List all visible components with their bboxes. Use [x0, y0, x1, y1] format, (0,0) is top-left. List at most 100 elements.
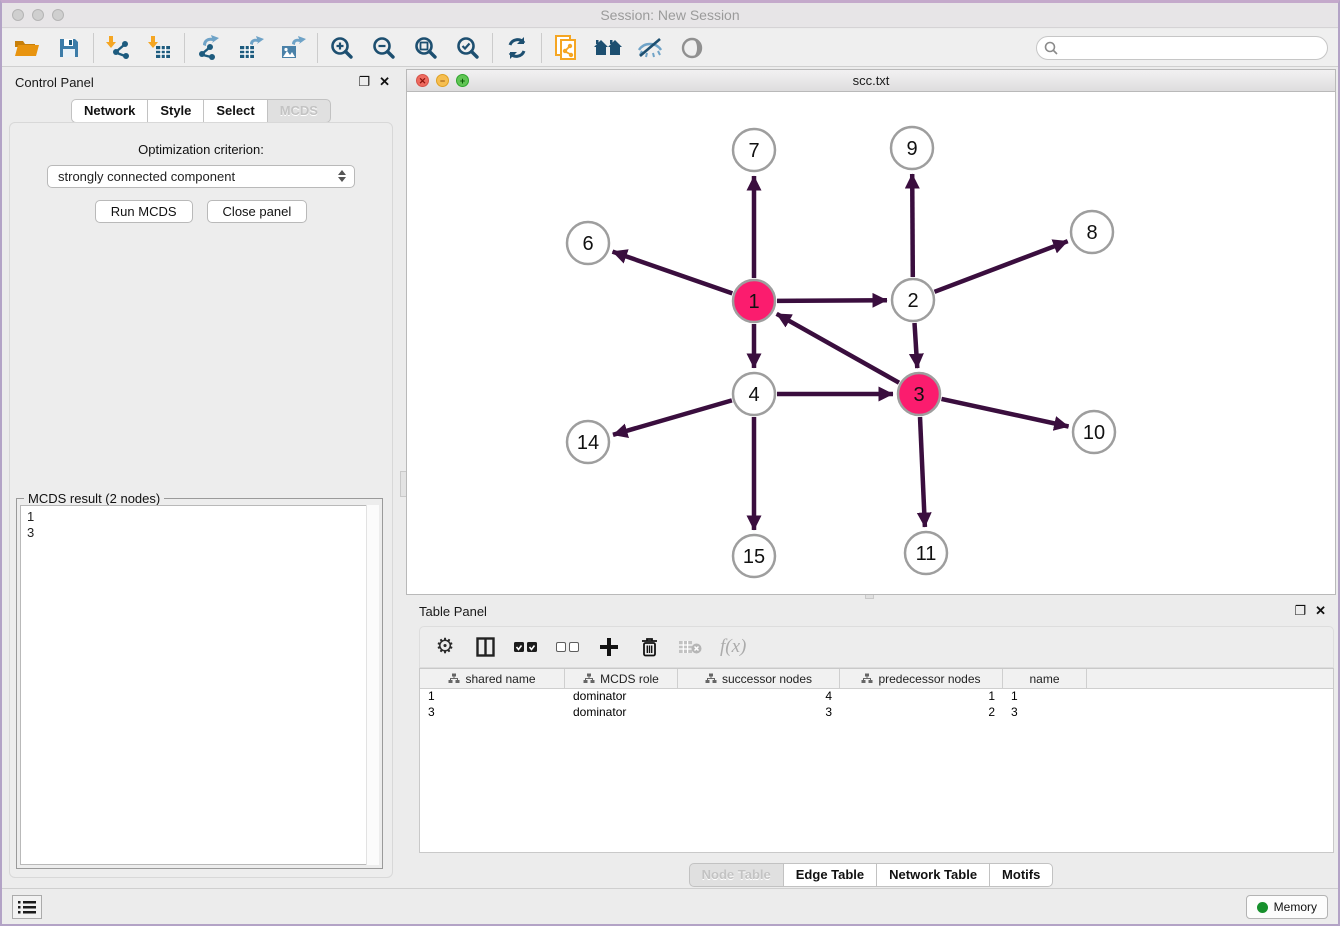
run-mcds-button[interactable]: Run MCDS — [95, 200, 193, 223]
graph-node-label: 7 — [748, 140, 759, 162]
tab-network-table[interactable]: Network Table — [876, 863, 989, 887]
table-cell[interactable]: dominator — [565, 689, 678, 705]
float-table-panel-icon[interactable]: ❐ — [1294, 603, 1306, 619]
search-input[interactable] — [1063, 41, 1327, 56]
graph-edge[interactable] — [912, 174, 913, 277]
toolbar-separator — [93, 33, 94, 63]
zoom-selected-icon[interactable] — [447, 31, 489, 65]
tab-node-table[interactable]: Node Table — [689, 863, 783, 887]
new-network-from-selection-icon[interactable] — [545, 31, 587, 65]
refresh-layout-icon[interactable] — [496, 31, 538, 65]
mcds-panel: Optimization criterion: strongly connect… — [9, 122, 393, 878]
memory-button[interactable]: Memory — [1246, 895, 1328, 919]
network-window-titlebar[interactable]: ✕ − + scc.txt — [407, 70, 1335, 92]
table-panel: Table Panel ❐ ✕ ⚙ f(x) shared nameMCDS r… — [406, 598, 1336, 891]
hide-selected-icon[interactable] — [629, 31, 671, 65]
column-selector-icon[interactable] — [474, 637, 496, 657]
graph-edge[interactable] — [777, 300, 887, 301]
table-cell[interactable]: 1 — [840, 689, 1003, 705]
tab-style[interactable]: Style — [147, 99, 203, 123]
column-header-3[interactable]: predecessor nodes — [840, 669, 1003, 688]
toolbar-separator — [541, 33, 542, 63]
close-panel-icon[interactable]: ✕ — [379, 74, 390, 90]
column-header-2[interactable]: successor nodes — [678, 669, 840, 688]
deselect-all-checkboxes-icon[interactable] — [556, 642, 580, 653]
table-cell[interactable]: 1 — [420, 689, 565, 705]
table-cell[interactable]: 3 — [420, 705, 565, 721]
graph-node-label: 3 — [913, 384, 924, 406]
mcds-result-text[interactable]: 1 3 — [20, 505, 379, 865]
graph-node-label: 15 — [743, 546, 765, 568]
zoom-in-icon[interactable] — [321, 31, 363, 65]
network-title: scc.txt — [407, 73, 1335, 88]
graph-node-label: 9 — [906, 138, 917, 160]
column-namespace-icon — [705, 673, 717, 684]
table-cell[interactable]: 4 — [678, 689, 840, 705]
column-header-0[interactable]: shared name — [420, 669, 565, 688]
first-neighbors-icon[interactable] — [587, 31, 629, 65]
table-row[interactable]: 3dominator323 — [420, 705, 1333, 721]
import-network-icon[interactable] — [97, 31, 139, 65]
task-history-button[interactable] — [12, 895, 42, 919]
import-table-icon[interactable] — [139, 31, 181, 65]
memory-label: Memory — [1274, 900, 1317, 914]
table-panel-title: Table Panel — [419, 604, 487, 619]
tab-mcds[interactable]: MCDS — [267, 99, 331, 123]
export-network-icon[interactable] — [188, 31, 230, 65]
save-session-icon[interactable] — [48, 31, 90, 65]
export-table-icon[interactable] — [230, 31, 272, 65]
network-graph: 7968124314101511 — [407, 92, 1337, 595]
graph-edge[interactable] — [613, 400, 732, 434]
graph-node-label: 2 — [907, 290, 918, 312]
table-cell[interactable]: 3 — [678, 705, 840, 721]
delete-column-icon[interactable] — [638, 637, 660, 657]
graph-node-label: 14 — [577, 432, 599, 454]
table-row[interactable]: 1dominator411 — [420, 689, 1333, 705]
export-image-icon[interactable] — [272, 31, 314, 65]
app-titlebar: Session: New Session — [2, 3, 1338, 28]
graph-node-label: 8 — [1086, 222, 1097, 244]
network-view-window: ✕ − + scc.txt 7968124314101511 — [406, 69, 1336, 595]
search-box[interactable] — [1036, 36, 1328, 60]
table-toolbar: ⚙ f(x) — [419, 626, 1334, 668]
graph-edge[interactable] — [920, 417, 925, 527]
mcds-result-scrollbar[interactable] — [366, 505, 379, 865]
network-canvas[interactable]: 7968124314101511 — [407, 92, 1335, 594]
selected-criterion: strongly connected component — [58, 169, 235, 184]
graph-edge[interactable] — [935, 241, 1068, 292]
optimization-criterion-select[interactable]: strongly connected component — [47, 165, 355, 188]
table-cell[interactable]: 1 — [1003, 689, 1087, 705]
tab-network[interactable]: Network — [71, 99, 147, 123]
table-cell[interactable]: dominator — [565, 705, 678, 721]
open-session-icon[interactable] — [6, 31, 48, 65]
control-panel: Control Panel ❐ ✕ Network Style Select M… — [2, 69, 400, 888]
list-icon — [18, 900, 36, 914]
column-header-4[interactable]: name — [1003, 669, 1087, 688]
table-cell[interactable]: 2 — [840, 705, 1003, 721]
graph-edge[interactable] — [942, 399, 1069, 427]
control-panel-title: Control Panel — [15, 75, 94, 90]
zoom-fit-icon[interactable] — [405, 31, 447, 65]
table-options-gear-icon[interactable]: ⚙ — [434, 637, 456, 657]
graph-edge[interactable] — [915, 323, 918, 368]
graph-edge[interactable] — [613, 252, 733, 294]
tab-select[interactable]: Select — [203, 99, 266, 123]
show-all-icon[interactable] — [671, 31, 713, 65]
tab-motifs[interactable]: Motifs — [989, 863, 1053, 887]
node-table[interactable]: shared nameMCDS rolesuccessor nodesprede… — [419, 668, 1334, 853]
tab-edge-table[interactable]: Edge Table — [783, 863, 876, 887]
select-all-checkboxes-icon[interactable] — [514, 642, 538, 653]
table-cell[interactable]: 3 — [1003, 705, 1087, 721]
add-column-icon[interactable] — [598, 638, 620, 656]
graph-node-label: 4 — [748, 384, 759, 406]
float-panel-icon[interactable]: ❐ — [358, 74, 370, 90]
graph-node-label: 10 — [1083, 422, 1105, 444]
close-table-panel-icon[interactable]: ✕ — [1315, 603, 1326, 619]
graph-edge[interactable] — [777, 314, 899, 383]
zoom-out-icon[interactable] — [363, 31, 405, 65]
column-namespace-icon — [448, 673, 460, 684]
memory-status-icon — [1257, 902, 1268, 913]
close-panel-button[interactable]: Close panel — [207, 200, 308, 223]
column-header-1[interactable]: MCDS role — [565, 669, 678, 688]
mcds-result-title: MCDS result (2 nodes) — [24, 491, 164, 506]
